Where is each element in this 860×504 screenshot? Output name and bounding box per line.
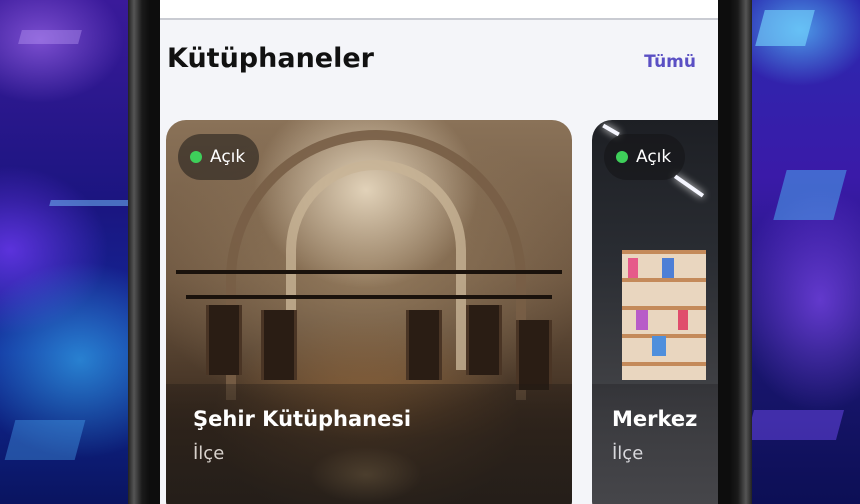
decor-shard	[745, 410, 845, 440]
card-info-overlay	[166, 384, 572, 504]
photo-shelf	[516, 320, 552, 390]
photo-shelf	[406, 310, 442, 380]
library-district: İlçe	[612, 443, 644, 464]
library-card[interactable]: Açık Merkez İlçe	[592, 120, 718, 504]
decor-shard	[773, 170, 847, 220]
library-district: İlçe	[193, 443, 225, 464]
photo-shelf	[466, 305, 502, 375]
decor-shard	[4, 420, 86, 460]
section-title: Kütüphaneler	[167, 43, 374, 74]
photo-railing	[176, 270, 562, 274]
photo-shelf	[206, 305, 242, 375]
photo-bookshelf	[622, 250, 706, 380]
library-name: Şehir Kütüphanesi	[193, 407, 412, 431]
background-art-right	[740, 0, 860, 504]
photo-ceiling-lamp	[673, 174, 705, 198]
background-art-left	[0, 0, 140, 504]
status-label: Açık	[210, 147, 246, 167]
photo-shelf	[261, 310, 297, 380]
photo-book	[662, 258, 674, 278]
decor-shard	[755, 10, 815, 46]
status-badge: Açık	[604, 134, 686, 180]
status-badge: Açık	[178, 134, 260, 180]
photo-book	[636, 310, 648, 330]
photo-railing	[186, 295, 552, 299]
library-card[interactable]: Açık Şehir Kütüphanesi İlçe	[166, 120, 572, 504]
status-dot	[616, 151, 628, 163]
library-name: Merkez	[612, 407, 698, 431]
status-dot	[190, 151, 202, 163]
see-all-link[interactable]: Tümü	[644, 52, 696, 72]
card-info-overlay	[592, 384, 718, 504]
status-label: Açık	[636, 147, 672, 167]
photo-ceiling-lamp	[602, 123, 620, 137]
phone-screen: Kütüphaneler Tümü Açık Şehir Kütüphanesi…	[160, 0, 718, 504]
decor-shard	[49, 200, 131, 206]
photo-book	[678, 310, 688, 330]
photo-book	[628, 258, 638, 278]
decor-shard	[18, 30, 82, 44]
top-search-bar-edge	[160, 0, 718, 20]
photo-book	[652, 336, 666, 356]
